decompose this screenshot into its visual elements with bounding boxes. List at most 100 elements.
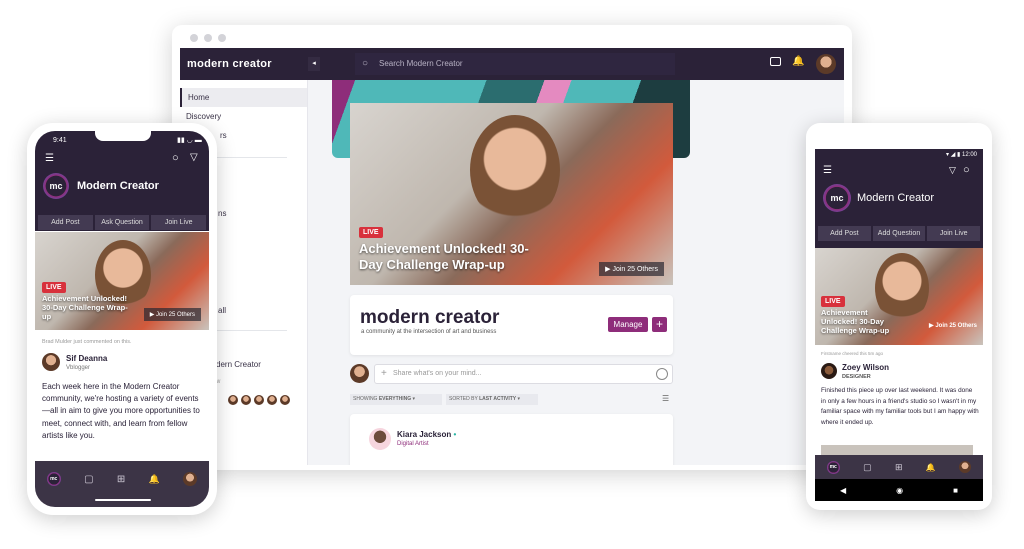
video-title: Achievement Unlocked! 30-Day Challenge W…: [359, 241, 529, 272]
menu-icon[interactable]: ☰: [45, 153, 54, 164]
post-card: Kiara Jackson • Digital Artist: [350, 414, 673, 465]
join-live-button[interactable]: ▶ Join 25 Others: [599, 262, 664, 276]
add-post-tab[interactable]: Add Post: [38, 215, 93, 230]
ask-question-tab[interactable]: Ask Question: [94, 215, 150, 230]
user-avatar: [350, 364, 369, 383]
activity-text: Brad Mulder just commented on this.: [42, 339, 132, 345]
home-tab-icon[interactable]: mc: [46, 472, 61, 486]
chat-tab-icon[interactable]: ▢: [863, 462, 872, 473]
status-time: 9:41: [53, 137, 67, 144]
live-video[interactable]: LIVE Achievement Unlocked! 30-Day Challe…: [350, 103, 673, 285]
mobile-header: 9:41 ▮▮ ◡ ▬ ☰ ○ ▽ mc Modern Creator Add …: [35, 131, 209, 231]
chat-tab-icon[interactable]: ▢: [84, 474, 93, 485]
post-body: Finished this piece up over last weekend…: [821, 387, 979, 426]
video-title: Achievement Unlocked! 30-Day Challenge W…: [821, 308, 890, 335]
bottom-tab-bar: mc ▢ ⊞ 🔔: [815, 455, 983, 479]
add-tab-icon[interactable]: ⊞: [895, 462, 903, 473]
emoji-icon[interactable]: [656, 368, 668, 380]
live-badge: LIVE: [42, 282, 66, 293]
live-badge: LIVE: [359, 227, 383, 238]
post-author[interactable]: Zoey Wilson: [842, 363, 889, 372]
main-feed: LIVE Achievement Unlocked! 30-Day Challe…: [308, 80, 844, 465]
add-post-tab[interactable]: Add Post: [818, 226, 871, 241]
post-author[interactable]: Kiara Jackson •: [397, 430, 456, 439]
community-title: modern creator: [360, 307, 500, 328]
profile-tab-icon[interactable]: [959, 461, 972, 473]
search-icon: ○: [362, 58, 369, 69]
post-author[interactable]: Sif Deanna: [66, 354, 107, 363]
recents-icon[interactable]: ■: [953, 486, 958, 495]
search-icon[interactable]: ○: [963, 164, 970, 176]
sidebar-item-home[interactable]: Home: [180, 88, 307, 107]
window-dot: [190, 34, 198, 42]
showing-filter[interactable]: SHOWING EVERYTHING ▾: [350, 394, 442, 405]
join-live-button[interactable]: ▶ Join 25 Others: [143, 308, 201, 321]
member-avatar[interactable]: [280, 395, 290, 405]
bell-icon[interactable]: 🔔: [792, 56, 804, 67]
join-live-button[interactable]: ▶ Join 25 Others: [929, 322, 977, 329]
activity-text: Firstname cheered this 5m ago: [821, 351, 884, 356]
collapse-sidebar-button[interactable]: ◂: [308, 57, 320, 71]
community-logo: mc: [43, 173, 69, 199]
add-tab-icon[interactable]: ⊞: [117, 474, 125, 485]
post-author-role: Vblogger: [66, 365, 91, 371]
author-avatar[interactable]: [369, 428, 391, 450]
composer-input[interactable]: + Share what's on your mind...: [374, 364, 673, 384]
filter-icon[interactable]: ▽: [190, 152, 198, 163]
search-input[interactable]: ○ Search Modern Creator: [355, 53, 675, 75]
search-icon[interactable]: ○: [172, 152, 179, 164]
video-presenter: [470, 115, 560, 225]
filter-label: SHOWING: [353, 396, 378, 402]
action-tabs: Add Post Add Question Join Live: [818, 226, 981, 241]
list-view-icon[interactable]: ☰: [662, 394, 669, 403]
community-subtitle: a community at the intersection of art a…: [361, 329, 497, 335]
window-dot: [218, 34, 226, 42]
notifications-tab-icon[interactable]: 🔔: [926, 463, 936, 472]
join-live-tab[interactable]: Join Live: [151, 215, 207, 230]
filter-icon[interactable]: ▽: [949, 165, 956, 176]
community-name: Modern Creator: [77, 180, 159, 192]
profile-tab-icon[interactable]: [183, 472, 198, 486]
author-avatar[interactable]: [821, 363, 837, 379]
mobile-header: ▾ ◢ ▮ 12:00 ☰ ▽ ○ mc Modern Creator Add …: [815, 149, 983, 248]
live-video[interactable]: LIVE Achievement Unlocked! 30-Day Challe…: [35, 232, 209, 330]
manage-button[interactable]: Manage: [608, 317, 648, 332]
chat-icon[interactable]: [770, 57, 781, 66]
author-avatar[interactable]: [42, 353, 60, 371]
sort-filter[interactable]: SORTED BY LAST ACTIVITY ▾: [446, 394, 538, 405]
community-name: Modern Creator: [857, 192, 935, 204]
status-time: 12:00: [961, 152, 977, 158]
post-author-role: Digital Artist: [397, 441, 429, 447]
live-video[interactable]: LIVE Achievement Unlocked! 30-Day Challe…: [815, 248, 983, 345]
notifications-tab-icon[interactable]: 🔔: [149, 474, 160, 485]
community-card: modern creator a community at the inters…: [350, 295, 673, 355]
notch: [95, 131, 151, 141]
sidebar-item-discovery[interactable]: Discovery: [180, 107, 307, 126]
filter-value: EVERYTHING: [378, 396, 412, 402]
member-avatar[interactable]: [241, 395, 251, 405]
community-logo: mc: [823, 184, 851, 212]
add-button[interactable]: +: [652, 317, 667, 332]
member-avatar[interactable]: [254, 395, 264, 405]
live-badge: LIVE: [821, 296, 845, 307]
status-bar: ▾ ◢ ▮ 12:00: [946, 152, 977, 158]
home-tab-icon[interactable]: mc: [826, 460, 840, 474]
member-avatar[interactable]: [228, 395, 238, 405]
back-icon[interactable]: ◀: [840, 486, 846, 495]
menu-icon[interactable]: ☰: [823, 165, 832, 176]
add-question-tab[interactable]: Add Question: [872, 226, 926, 241]
sort-value: LAST ACTIVITY: [479, 396, 517, 402]
home-indicator: [95, 499, 151, 501]
plus-icon: +: [381, 368, 387, 379]
desktop-browser-window: modern creator ◂ ○ Search Modern Creator…: [172, 25, 852, 470]
join-live-tab[interactable]: Join Live: [927, 226, 981, 241]
logo: modern creator: [187, 58, 272, 70]
iphone-screen: 9:41 ▮▮ ◡ ▬ ☰ ○ ▽ mc Modern Creator Add …: [35, 131, 209, 507]
member-avatar[interactable]: [267, 395, 277, 405]
post-author-role: DESIGNER: [842, 374, 871, 380]
app-header: modern creator ◂ ○ Search Modern Creator…: [180, 48, 844, 80]
user-avatar[interactable]: [816, 54, 836, 74]
home-icon[interactable]: ◉: [896, 486, 903, 495]
search-placeholder: Search Modern Creator: [379, 59, 463, 68]
post-image[interactable]: [821, 445, 973, 455]
